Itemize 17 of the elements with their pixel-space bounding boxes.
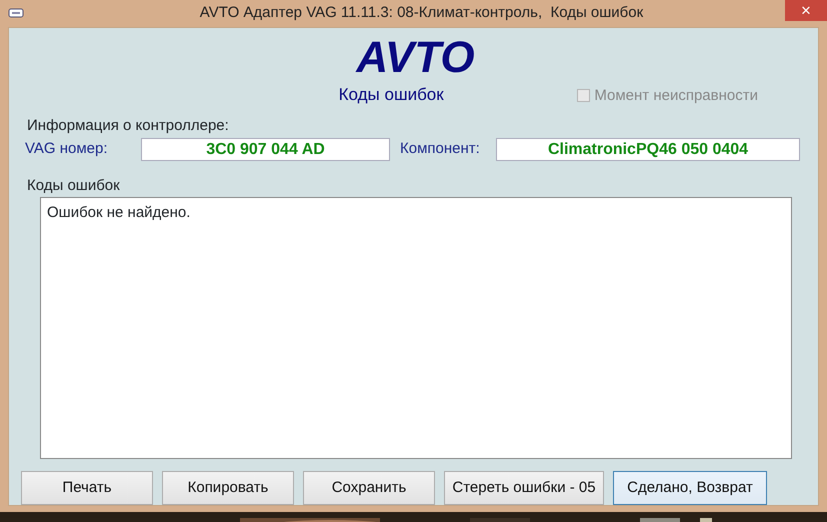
action-button[interactable]: Сохранить	[303, 471, 435, 505]
screen-subtitle: Коды ошибок	[338, 84, 444, 106]
logo-text: AVTO	[356, 36, 475, 80]
app-icon	[8, 7, 24, 20]
close-button[interactable]: ×	[785, 0, 827, 21]
window-title: AVTO Адаптер VAG 11.11.3: 08-Климат-контроль, Коды ошибок	[200, 3, 644, 23]
field-label: Компонент:	[400, 138, 481, 159]
action-button[interactable]: Сделано, Возврат	[613, 471, 767, 505]
action-button[interactable]: Копировать	[162, 471, 294, 505]
section-label: Коды ошибок	[27, 176, 121, 196]
vag-number-field: 3C0 907 044 AD	[141, 138, 390, 160]
field-label: VAG номер:	[25, 138, 109, 159]
section-label: Информация о контроллере:	[27, 116, 230, 136]
action-button[interactable]: Печать	[21, 471, 153, 505]
action-button[interactable]: Стереть ошибки - 05	[444, 471, 604, 505]
component-field: ClimatronicPQ46 050 0404	[496, 138, 800, 160]
fault-codes-box[interactable]: Ошибок не найдено.	[40, 197, 792, 459]
